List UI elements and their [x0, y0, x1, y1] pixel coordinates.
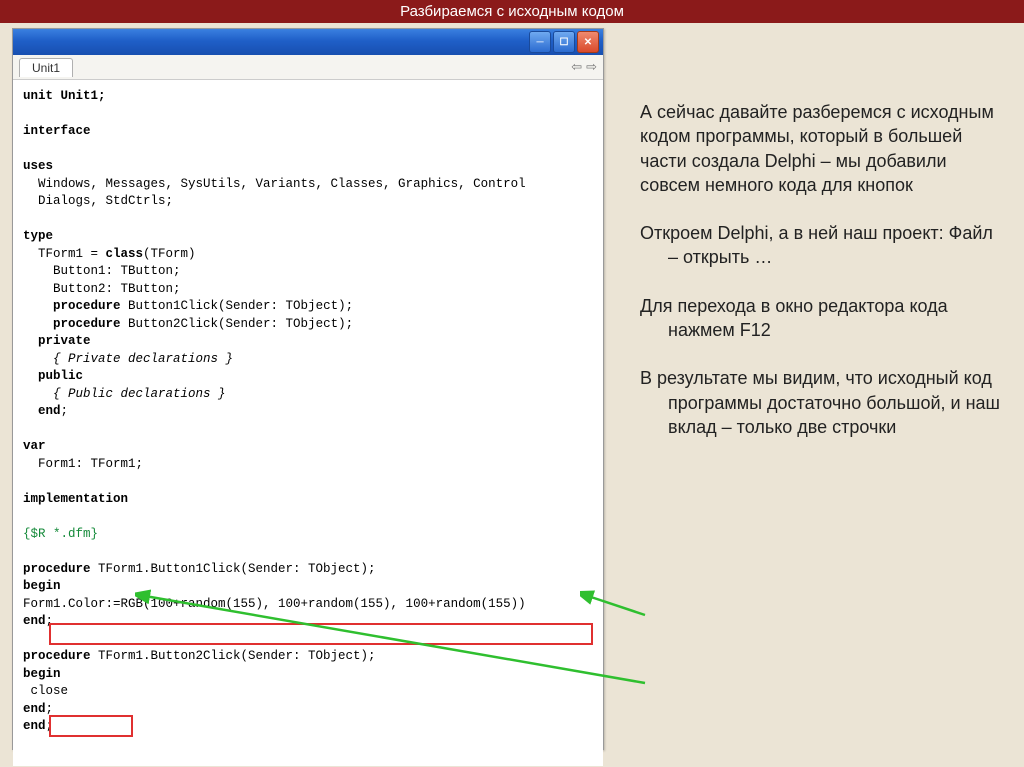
paragraph-3: Для перехода в окно редактора кода нажме… [640, 294, 1000, 343]
close-button[interactable]: ✕ [577, 31, 599, 53]
code-line: {$R *.dfm} [23, 527, 98, 541]
delphi-editor-window: ─ ☐ ✕ Unit1 ⇦ ⇨ unit Unit1; interface us… [12, 28, 604, 750]
code-line: unit Unit1; [23, 89, 106, 103]
nav-arrows: ⇦ ⇨ [571, 59, 597, 75]
nav-back-icon[interactable]: ⇦ [571, 59, 582, 75]
highlight-box-2 [49, 715, 133, 737]
code-line: uses [23, 159, 53, 173]
code-line: Form1: TForm1; [23, 457, 143, 471]
code-line: { Public declarations } [23, 387, 226, 401]
explanation-text: А сейчас давайте разберемся с исходным к… [640, 100, 1000, 463]
code-editor[interactable]: unit Unit1; interface uses Windows, Mess… [13, 80, 603, 766]
highlight-box-1 [49, 623, 593, 645]
editor-toolbar: Unit1 ⇦ ⇨ [13, 55, 603, 80]
code-line: begin [23, 667, 61, 681]
code-line: interface [23, 124, 91, 138]
paragraph-4: В результате мы видим, что исходный код … [640, 366, 1000, 439]
code-line: type [23, 229, 53, 243]
code-line: var [23, 439, 46, 453]
window-titlebar: ─ ☐ ✕ [13, 29, 603, 55]
nav-forward-icon[interactable]: ⇨ [586, 59, 597, 75]
code-line: Button2: TButton; [23, 282, 181, 296]
code-line: close [23, 684, 68, 698]
code-line: Form1.Color:=RGB(100+random(155), 100+ra… [23, 597, 526, 611]
slide-title: Разбираемся с исходным кодом [0, 0, 1024, 23]
code-line: Button1: TButton; [23, 264, 181, 278]
code-line: implementation [23, 492, 128, 506]
paragraph-2: Откроем Delphi, а в ней наш проект: Файл… [640, 221, 1000, 270]
code-line: Dialogs, StdCtrls; [23, 194, 173, 208]
file-tab-unit1[interactable]: Unit1 [19, 58, 73, 77]
minimize-button[interactable]: ─ [529, 31, 551, 53]
paragraph-1: А сейчас давайте разберемся с исходным к… [640, 100, 1000, 197]
code-line: begin [23, 579, 61, 593]
code-line: Windows, Messages, SysUtils, Variants, C… [23, 177, 526, 191]
maximize-button[interactable]: ☐ [553, 31, 575, 53]
code-line: { Private declarations } [23, 352, 233, 366]
